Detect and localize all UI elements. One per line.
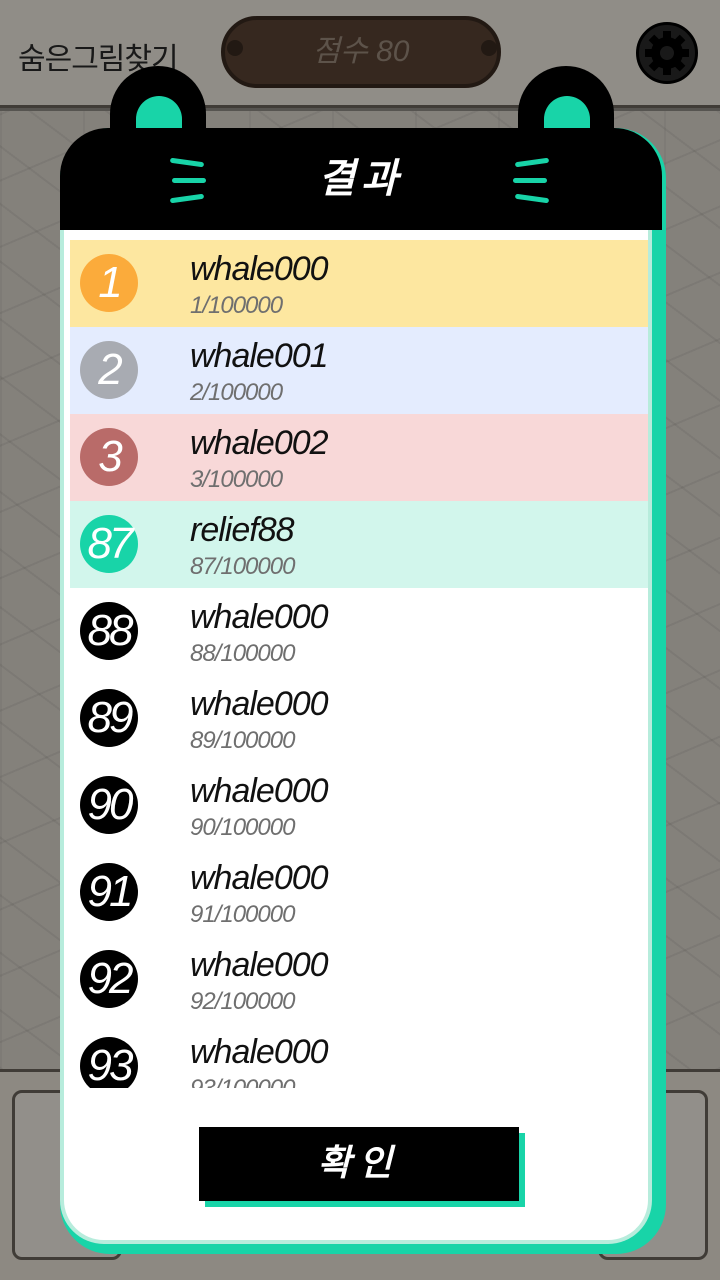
player-rank-total: 88/100000: [190, 640, 295, 667]
rank-badge: 2: [80, 341, 138, 399]
player-name: whale001: [190, 337, 329, 375]
rank-badge: 93: [80, 1037, 138, 1088]
dialog-title: 결과: [318, 156, 404, 202]
player-name: whale000: [190, 859, 329, 897]
player-rank-total: 89/100000: [190, 727, 295, 754]
player-name: whale000: [190, 250, 329, 288]
ranking-list[interactable]: 1 whale000 1/100000 2 whale001 2/100000 3 whale…: [70, 240, 648, 1088]
player-name: whale000: [190, 772, 329, 810]
ranking-row: 87 relief88 87/100000: [70, 501, 648, 588]
ranking-row: 3 whale002 3/100000: [70, 414, 648, 501]
player-rank-total: 91/100000: [190, 901, 295, 928]
rank-badge: 88: [80, 602, 138, 660]
rank-badge: 89: [80, 689, 138, 747]
player-name: whale000: [190, 1033, 329, 1071]
player-name: whale002: [190, 424, 329, 462]
rank-badge: 3: [80, 428, 138, 486]
player-name: whale000: [190, 685, 329, 723]
ranking-row: 91 whale000 91/100000: [70, 849, 648, 936]
player-name: relief88: [190, 511, 295, 549]
ranking-row: 1 whale000 1/100000: [70, 240, 648, 327]
player-name: whale000: [190, 946, 329, 984]
ranking-row: 88 whale000 88/100000: [70, 588, 648, 675]
ranking-row: 93 whale000 93/100000: [70, 1023, 648, 1088]
player-rank-total: 93/100000: [190, 1075, 295, 1088]
player-rank-total: 87/100000: [190, 553, 295, 580]
confirm-button[interactable]: 확인: [199, 1127, 519, 1201]
player-rank-total: 1/100000: [190, 292, 283, 319]
ranking-row: 90 whale000 90/100000: [70, 762, 648, 849]
player-name: whale000: [190, 598, 329, 636]
rank-badge: 91: [80, 863, 138, 921]
ranking-row: 92 whale000 92/100000: [70, 936, 648, 1023]
rank-badge: 92: [80, 950, 138, 1008]
player-rank-total: 90/100000: [190, 814, 295, 841]
rank-badge: 1: [80, 254, 138, 312]
ranking-row: 2 whale001 2/100000: [70, 327, 648, 414]
ranking-row: 89 whale000 89/100000: [70, 675, 648, 762]
rank-badge: 90: [80, 776, 138, 834]
player-rank-total: 92/100000: [190, 988, 295, 1015]
player-rank-total: 3/100000: [190, 466, 283, 493]
rank-badge: 87: [80, 515, 138, 573]
player-rank-total: 2/100000: [190, 379, 283, 406]
